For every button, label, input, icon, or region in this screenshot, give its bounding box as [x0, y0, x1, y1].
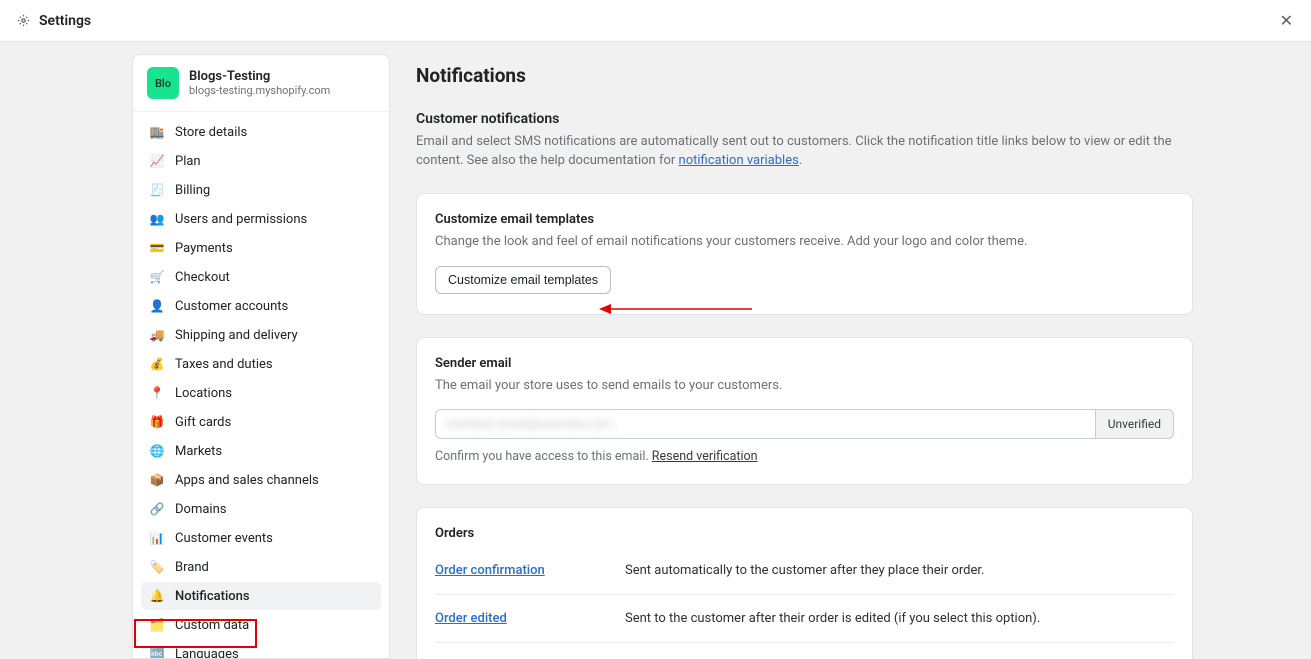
- close-icon[interactable]: ✕: [1278, 7, 1295, 34]
- sidebar-item-label: Shipping and delivery: [175, 328, 298, 343]
- customize-email-card: Customize email templates Change the loo…: [416, 193, 1193, 315]
- gift-icon: 🎁: [149, 414, 165, 430]
- resend-verification-link[interactable]: Resend verification: [652, 449, 758, 464]
- data-icon: 🗂️: [149, 617, 165, 633]
- sidebar-item-taxes-and-duties[interactable]: 💰 Taxes and duties: [141, 350, 381, 378]
- events-icon: 📊: [149, 530, 165, 546]
- sidebar-item-store-details[interactable]: 🏬 Store details: [141, 118, 381, 146]
- sidebar-item-label: Locations: [175, 386, 232, 401]
- sender-email-row: example.email@example.com Unverified: [435, 409, 1174, 439]
- section-description: Email and select SMS notifications are a…: [416, 133, 1193, 171]
- sidebar-item-plan[interactable]: 📈 Plan: [141, 147, 381, 175]
- sidebar-item-billing[interactable]: 🧾 Billing: [141, 176, 381, 204]
- receipt-icon: 🧾: [149, 182, 165, 198]
- sender-email-input[interactable]: example.email@example.com: [435, 409, 1096, 439]
- table-row: Order edited invoiceSent to the customer…: [435, 643, 1174, 659]
- confirm-line: Confirm you have access to this email. R…: [435, 449, 1174, 464]
- sidebar-item-payments[interactable]: 💳 Payments: [141, 234, 381, 262]
- sidebar-item-users-and-permissions[interactable]: 👥 Users and permissions: [141, 205, 381, 233]
- money-icon: 💰: [149, 356, 165, 372]
- customer-notifications-section: Customer notifications Email and select …: [416, 111, 1193, 171]
- unverified-badge: Unverified: [1096, 409, 1174, 439]
- sidebar-item-locations[interactable]: 📍 Locations: [141, 379, 381, 407]
- topbar: Settings ✕: [0, 0, 1311, 42]
- table-row: Order edited Sent to the customer after t…: [435, 595, 1174, 643]
- globe-icon: 🌐: [149, 443, 165, 459]
- sidebar-item-label: Custom data: [175, 618, 249, 633]
- bell-icon: 🔔: [149, 588, 165, 604]
- sidebar-item-label: Users and permissions: [175, 212, 307, 227]
- sidebar-item-gift-cards[interactable]: 🎁 Gift cards: [141, 408, 381, 436]
- gear-icon: [16, 13, 31, 28]
- storefront-icon: 🏬: [149, 124, 165, 140]
- store-domain: blogs-testing.myshopify.com: [189, 84, 330, 97]
- sidebar-item-label: Gift cards: [175, 415, 231, 430]
- sidebar-item-label: Plan: [175, 154, 201, 169]
- sidebar-item-label: Billing: [175, 183, 210, 198]
- truck-icon: 🚚: [149, 327, 165, 343]
- notification-description: Sent automatically to the customer after…: [625, 563, 984, 578]
- sidebar-item-brand[interactable]: 🏷️ Brand: [141, 553, 381, 581]
- sidebar-item-label: Languages: [175, 647, 239, 659]
- pin-icon: 📍: [149, 385, 165, 401]
- store-name: Blogs-Testing: [189, 69, 330, 84]
- sidebar-item-label: Customer accounts: [175, 299, 288, 314]
- notification-link[interactable]: Order confirmation: [435, 563, 545, 578]
- sidebar-item-label: Brand: [175, 560, 209, 575]
- card-title: Customize email templates: [435, 212, 1174, 227]
- apps-icon: 📦: [149, 472, 165, 488]
- person-icon: 👤: [149, 298, 165, 314]
- sidebar-item-customer-events[interactable]: 📊 Customer events: [141, 524, 381, 552]
- sidebar-item-label: Notifications: [175, 589, 250, 604]
- card-text: Change the look and feel of email notifi…: [435, 233, 1174, 252]
- sidebar-item-markets[interactable]: 🌐 Markets: [141, 437, 381, 465]
- page-title: Notifications: [416, 64, 1193, 87]
- brand-icon: 🏷️: [149, 559, 165, 575]
- chart-icon: 📈: [149, 153, 165, 169]
- orders-card: Orders Order confirmation Sent automatica…: [416, 507, 1193, 659]
- payments-icon: 💳: [149, 240, 165, 256]
- sidebar-item-label: Store details: [175, 125, 247, 140]
- users-icon: 👥: [149, 211, 165, 227]
- sidebar-item-label: Domains: [175, 502, 226, 517]
- sidebar-item-notifications[interactable]: 🔔 Notifications: [141, 582, 381, 610]
- sidebar-item-label: Checkout: [175, 270, 230, 285]
- cart-icon: 🛒: [149, 269, 165, 285]
- main-content: Notifications Customer notifications Ema…: [390, 42, 1311, 659]
- sidebar-item-shipping-and-delivery[interactable]: 🚚 Shipping and delivery: [141, 321, 381, 349]
- table-row: Order confirmation Sent automatically to …: [435, 547, 1174, 595]
- sidebar-item-label: Taxes and duties: [175, 357, 273, 372]
- notification-link[interactable]: Order edited: [435, 611, 507, 626]
- card-title: Sender email: [435, 356, 1174, 371]
- card-title: Orders: [435, 526, 1174, 541]
- customize-email-templates-button[interactable]: Customize email templates: [435, 266, 611, 294]
- lang-icon: 🔤: [149, 646, 165, 659]
- section-heading: Customer notifications: [416, 111, 1193, 127]
- sidebar-item-customer-accounts[interactable]: 👤 Customer accounts: [141, 292, 381, 320]
- sidebar-item-custom-data[interactable]: 🗂️ Custom data: [141, 611, 381, 639]
- sidebar-item-label: Apps and sales channels: [175, 473, 319, 488]
- domain-icon: 🔗: [149, 501, 165, 517]
- orders-table: Order confirmation Sent automatically to …: [435, 547, 1174, 659]
- store-header[interactable]: Blo Blogs-Testing blogs-testing.myshopif…: [133, 55, 389, 112]
- sender-email-card: Sender email The email your store uses t…: [416, 337, 1193, 486]
- settings-sidebar: Blo Blogs-Testing blogs-testing.myshopif…: [132, 54, 390, 659]
- settings-title: Settings: [39, 13, 91, 29]
- notification-variables-link[interactable]: notification variables: [679, 153, 799, 168]
- sidebar-item-domains[interactable]: 🔗 Domains: [141, 495, 381, 523]
- notification-description: Sent to the customer after their order i…: [625, 611, 1040, 626]
- sidebar-item-checkout[interactable]: 🛒 Checkout: [141, 263, 381, 291]
- sidebar-item-languages[interactable]: 🔤 Languages: [141, 640, 381, 659]
- sidebar-item-label: Customer events: [175, 531, 273, 546]
- card-text: The email your store uses to send emails…: [435, 377, 1174, 396]
- nav-list: 🏬 Store details 📈 Plan 🧾 Billing 👥 Users and pe…: [133, 112, 389, 659]
- sidebar-item-label: Payments: [175, 241, 233, 256]
- store-avatar: Blo: [147, 67, 179, 99]
- sidebar-item-apps-and-sales-channels[interactable]: 📦 Apps and sales channels: [141, 466, 381, 494]
- sidebar-item-label: Markets: [175, 444, 222, 459]
